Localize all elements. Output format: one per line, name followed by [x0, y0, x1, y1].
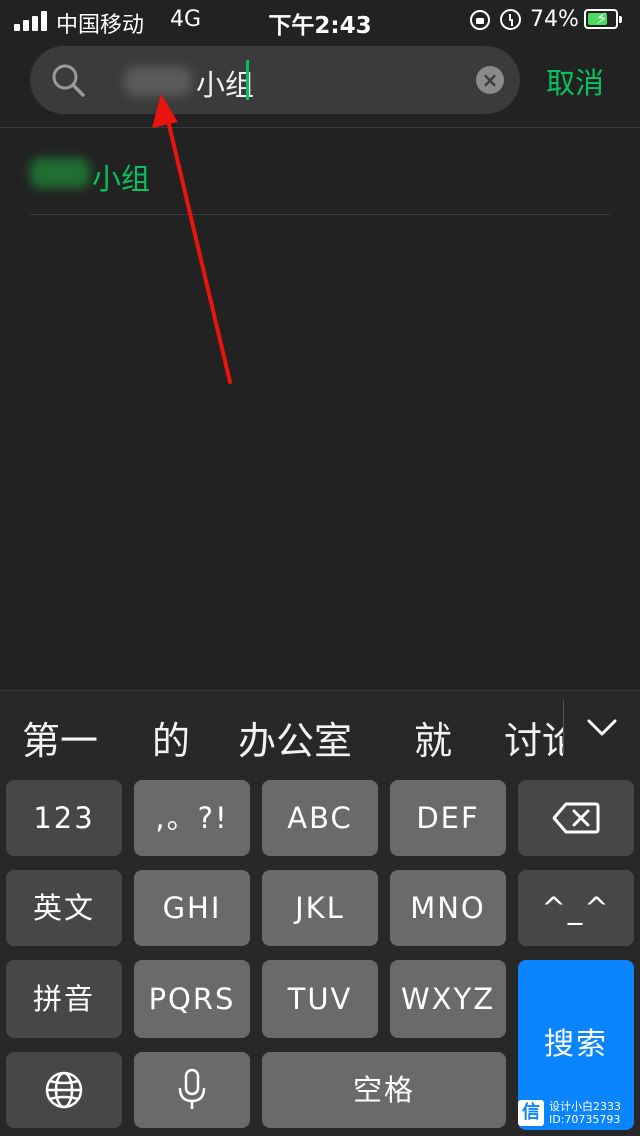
key-wxyz[interactable]: WXYZ [390, 960, 506, 1038]
text-cursor [246, 60, 249, 100]
orientation-lock-icon [470, 10, 490, 30]
key-label: DEF [416, 801, 480, 835]
microphone-icon [178, 1068, 206, 1109]
key-label: ^_^ [541, 891, 611, 925]
watermark-id: ID:70735793 [549, 1113, 621, 1126]
key-jkl[interactable]: JKL [262, 870, 378, 946]
key-punctuation[interactable]: ,。?! [134, 780, 250, 856]
delete-icon [552, 802, 600, 834]
candidate-item[interactable]: 讨论 [504, 710, 563, 765]
status-bar: 中国移动 4G 下午2:43 74% ⚡ [0, 0, 640, 40]
clear-icon[interactable]: × [476, 66, 504, 94]
header-divider [0, 127, 640, 128]
watermark: 信 设计小白2333 ID:70735793 [518, 1098, 636, 1130]
list-item[interactable]: 小组 [30, 148, 610, 202]
search-icon [52, 64, 85, 97]
key-label: 拼音 [32, 982, 95, 1016]
battery-charging-icon: ⚡ [584, 9, 622, 29]
key-english[interactable]: 英文 [6, 870, 122, 946]
key-label: TUV [287, 982, 353, 1016]
microphone-button[interactable] [134, 1052, 250, 1128]
key-def[interactable]: DEF [390, 780, 506, 856]
key-label: MNO [410, 891, 486, 925]
candidate-item[interactable]: 的 [152, 710, 190, 765]
key-label: ,。?! [155, 801, 229, 835]
delete-button[interactable] [518, 780, 634, 856]
battery-percent: 74% [530, 7, 579, 32]
globe-icon [45, 1071, 83, 1109]
key-mno[interactable]: MNO [390, 870, 506, 946]
candidate-item[interactable]: 办公室 [238, 710, 352, 765]
key-ghi[interactable]: GHI [134, 870, 250, 946]
watermark-text: 设计小白2333 [549, 1100, 621, 1113]
key-abc[interactable]: ABC [262, 780, 378, 856]
key-label: WXYZ [400, 982, 496, 1016]
candidate-separator [563, 700, 564, 754]
search-input[interactable]: 小组 × [30, 46, 520, 114]
key-pinyin[interactable]: 拼音 [6, 960, 122, 1038]
key-tuv[interactable]: TUV [262, 960, 378, 1038]
key-label: JKL [295, 891, 345, 925]
search-screen: 中国移动 4G 下午2:43 74% ⚡ 小组 × 取消 小组 第一 的 办公室… [0, 0, 640, 1136]
charging-bolt-icon: ⚡ [596, 9, 608, 28]
candidate-item[interactable]: 就 [414, 710, 452, 765]
key-123[interactable]: 123 [6, 780, 122, 856]
key-label: 英文 [32, 891, 95, 925]
key-label: 123 [33, 801, 95, 835]
cancel-button[interactable]: 取消 [546, 60, 604, 102]
redacted-text [124, 66, 192, 96]
key-pqrs[interactable]: PQRS [134, 960, 250, 1038]
space-button[interactable]: 空格 [262, 1052, 506, 1128]
candidate-bar: 第一 的 办公室 就 讨论 [0, 690, 640, 782]
key-label: ABC [287, 801, 353, 835]
globe-button[interactable] [6, 1052, 122, 1128]
key-label: 空格 [352, 1073, 415, 1107]
result-label: 小组 [92, 162, 151, 196]
chevron-down-icon[interactable] [584, 710, 620, 746]
watermark-logo: 信 [518, 1100, 544, 1126]
redacted-text [30, 158, 90, 188]
key-label: GHI [162, 891, 222, 925]
alarm-icon [500, 9, 521, 30]
candidate-item[interactable]: 第一 [22, 710, 98, 765]
key-emoticon[interactable]: ^_^ [518, 870, 634, 946]
key-label: PQRS [148, 982, 236, 1016]
result-divider [30, 214, 610, 215]
